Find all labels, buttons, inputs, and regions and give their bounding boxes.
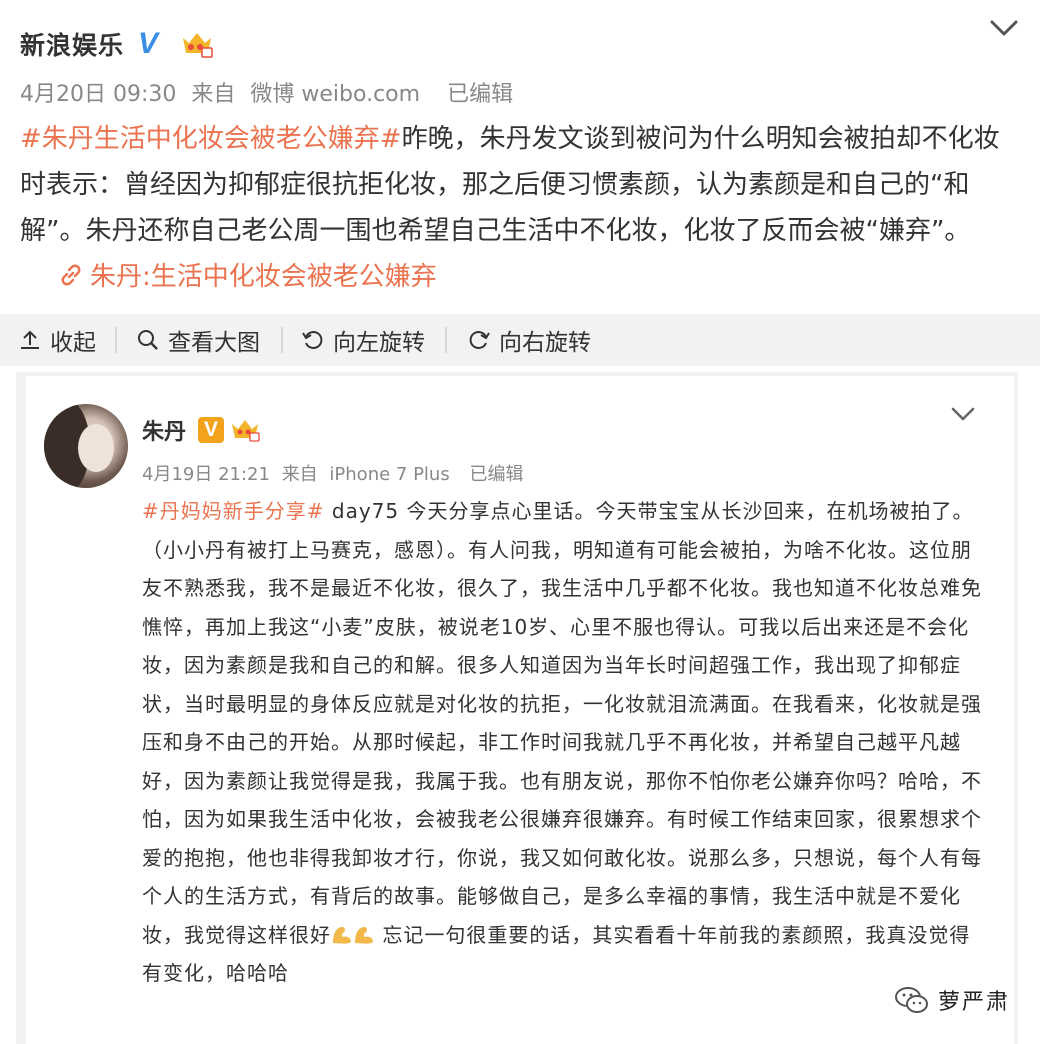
vip-crown-icon (232, 420, 260, 442)
rotate-right-icon (469, 331, 490, 349)
chevron-down-icon (951, 407, 975, 421)
post-date[interactable]: 4月20日 09:30 (20, 82, 176, 107)
toolbar-divider (115, 327, 117, 353)
view-large-button[interactable]: 查看大图 (136, 314, 260, 366)
rotate-right-button[interactable]: 向右旋转 (467, 314, 591, 366)
post-author: 新浪娱乐 V (20, 26, 214, 62)
rotate-right-label: 向右旋转 (499, 330, 591, 356)
rotate-left-icon (302, 331, 323, 349)
embedded-author: 朱丹 V (142, 414, 260, 446)
embedded-edited-label: 已编辑 (469, 464, 524, 485)
author-name[interactable]: 新浪娱乐 (20, 26, 124, 62)
magnifier-icon (138, 330, 158, 350)
watermark-text: 萝严肃 (938, 990, 1011, 1015)
hashtag-link[interactable]: #朱丹生活中化妆会被老公嫌弃# (20, 124, 402, 154)
embedded-body: #丹妈妈新手分享# day75 今天分享点心里话。今天带宝宝从长沙回来，在机场被… (142, 492, 982, 993)
collapse-label: 收起 (50, 330, 96, 356)
rotate-left-button[interactable]: 向左旋转 (301, 314, 425, 366)
avatar-face (78, 424, 114, 472)
post-meta: 4月20日 09:30 来自 微博 weibo.com 已编辑 (20, 76, 521, 108)
edited-label[interactable]: 已编辑 (447, 82, 513, 107)
collapse-button[interactable]: 收起 (18, 314, 96, 366)
watermark: 萝严肃 (894, 984, 1010, 1016)
toolbar-divider (445, 327, 447, 353)
embedded-meta: 4月19日 21:21 来自 iPhone 7 Plus 已编辑 (142, 460, 529, 486)
post-source[interactable]: 微博 weibo.com (250, 82, 420, 107)
toolbar-divider (281, 327, 283, 353)
embedded-author-name: 朱丹 (142, 420, 187, 445)
source-prefix: 来自 (191, 82, 236, 107)
wechat-official-icon (895, 987, 928, 1013)
embedded-hashtag: #丹妈妈新手分享# (142, 499, 325, 523)
embedded-body-text: day75 今天分享点心里话。今天带宝宝从长沙回来，在机场被拍了。（小小丹有被打… (142, 499, 982, 947)
avatar[interactable] (44, 404, 128, 488)
embedded-image[interactable]: 朱丹 V 4月19日 21:21 来自 iPhone 7 Plus 已编辑 #丹… (16, 372, 1018, 1044)
embedded-date: 4月19日 21:21 (142, 464, 270, 485)
rotate-left-label: 向左旋转 (333, 330, 425, 356)
muscle-emoji-icon (333, 926, 373, 944)
embedded-source: iPhone 7 Plus (329, 464, 450, 485)
embedded-source-prefix: 来自 (281, 464, 318, 485)
verified-v-icon: V (198, 417, 225, 443)
collapse-icon (21, 330, 39, 349)
embedded-post-card: 朱丹 V 4月19日 21:21 来自 iPhone 7 Plus 已编辑 #丹… (26, 376, 1014, 1044)
article-link[interactable]: 朱丹:生活中化妆会被老公嫌弃 (90, 262, 437, 292)
verified-v-icon: V (138, 27, 159, 60)
image-toolbar: 收起 查看大图 向左旋转 向右旋转 (0, 314, 1040, 366)
view-large-label: 查看大图 (168, 330, 260, 356)
link-icon (61, 264, 81, 286)
vip-crown-icon (183, 33, 213, 58)
chevron-down-icon[interactable] (988, 16, 1020, 40)
post-body: #朱丹生活中化妆会被老公嫌弃#昨晚，朱丹发文谈到被问为什么明知会被拍却不化妆时表… (20, 116, 1025, 300)
